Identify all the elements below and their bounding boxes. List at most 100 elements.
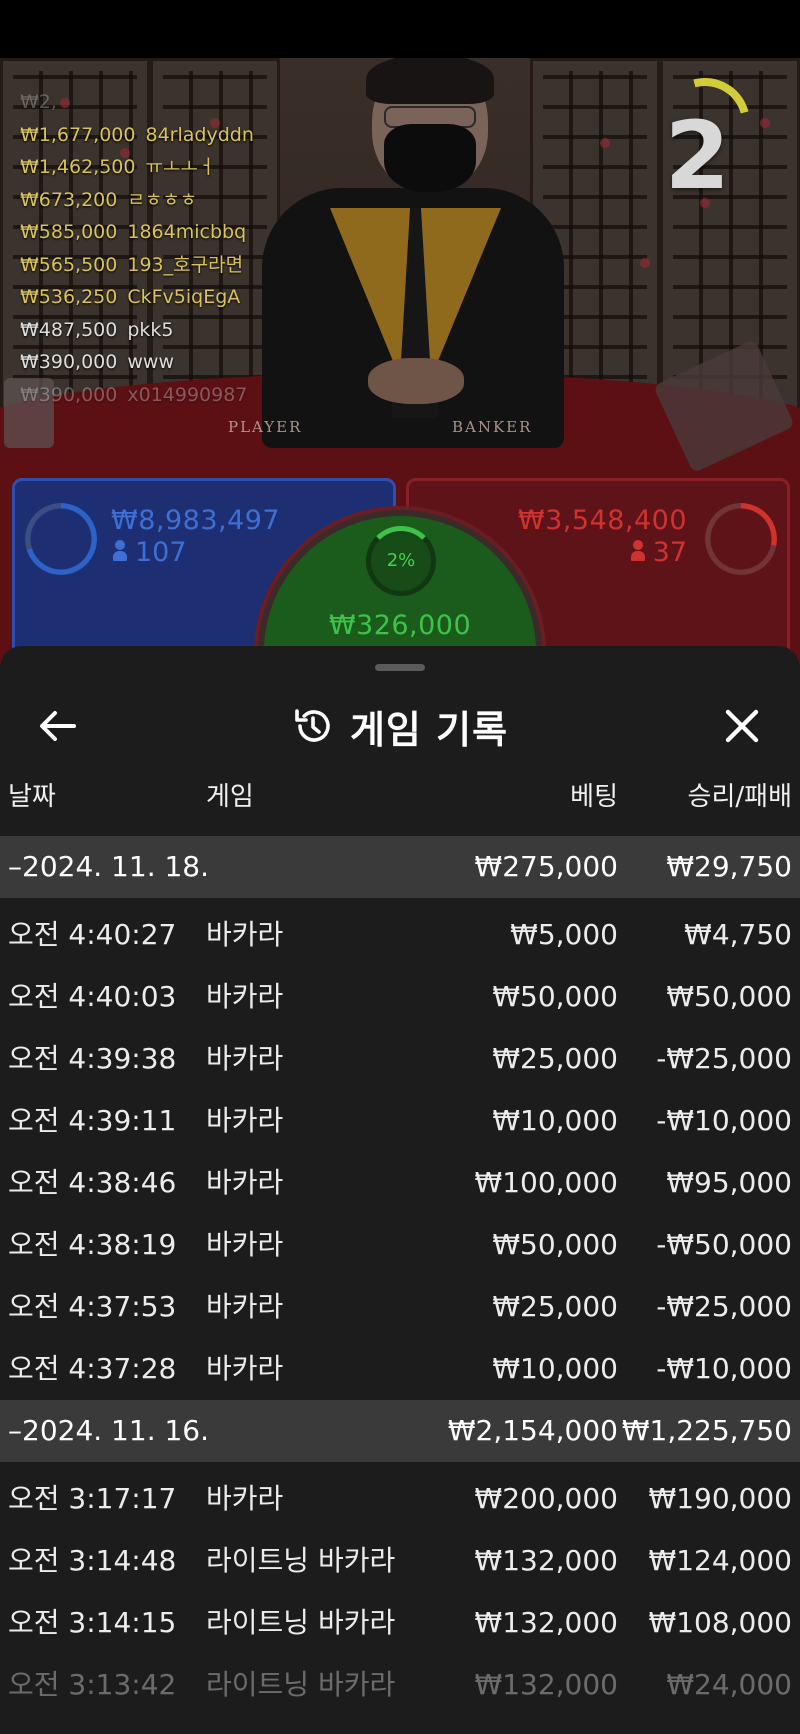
- leaderboard-username: CkFv5iqEgA: [127, 286, 241, 308]
- banker-bettor-count: 37: [630, 537, 687, 568]
- history-row[interactable]: 오전 3:17:17 바카라 ₩200,000 ₩190,000: [0, 1468, 800, 1530]
- person-icon: [630, 540, 645, 562]
- leaderboard-entry: ₩390,000 www: [20, 346, 254, 379]
- date-group-row[interactable]: –2024. 11. 18. ₩275,000 ₩29,750: [0, 836, 800, 898]
- row-result: ₩124,000: [648, 1544, 792, 1577]
- row-result: ₩108,000: [648, 1606, 792, 1639]
- leaderboard-entry: ₩673,200 ㄹㅎㅎㅎ: [20, 184, 254, 217]
- row-game: 라이트닝 바카라: [206, 1668, 396, 1701]
- history-clock-icon: [295, 709, 330, 742]
- row-result: -₩10,000: [656, 1352, 792, 1385]
- history-row[interactable]: 오전 3:14:15 라이트닝 바카라 ₩132,000 ₩108,000: [0, 1592, 800, 1654]
- column-date: 날짜: [8, 782, 56, 812]
- table-label-player: PLAYER: [228, 418, 303, 436]
- player-bet-amount: ₩8,983,497: [111, 505, 281, 536]
- row-time: 오전 4:40:27: [8, 918, 177, 951]
- row-game: 바카라: [206, 1352, 284, 1385]
- row-time: 오전 4:40:03: [8, 980, 177, 1013]
- leaderboard-amount: ₩565,500: [20, 253, 118, 276]
- row-bet: ₩132,000: [474, 1606, 618, 1639]
- row-result: -₩50,000: [656, 1228, 792, 1261]
- row-time: 오전 4:39:38: [8, 1042, 177, 1075]
- row-result: ₩95,000: [666, 1166, 792, 1199]
- history-row[interactable]: 오전 4:39:11 바카라 ₩10,000 -₩10,000: [0, 1090, 800, 1152]
- banker-percent: 28%: [719, 528, 763, 550]
- history-table-body: –2024. 11. 18. ₩275,000 ₩29,750 오전 4:40:27 바…: [0, 836, 800, 1716]
- row-bet: ₩200,000: [474, 1482, 618, 1515]
- history-row[interactable]: 오전 4:40:03 바카라 ₩50,000 ₩50,000: [0, 966, 800, 1028]
- row-game: 바카라: [206, 980, 284, 1013]
- tie-percent-ring: 2%: [366, 526, 436, 596]
- table-label-banker: BANKER: [452, 418, 533, 436]
- winners-leaderboard: ₩2, ₩1,677,000 84rladyddn ₩1,462,500 ㅠㅗㅗㅓ ₩67…: [20, 86, 254, 411]
- leaderboard-amount: ₩1,677,000: [20, 123, 136, 146]
- row-result: ₩190,000: [648, 1482, 792, 1515]
- row-bet: ₩25,000: [492, 1290, 618, 1323]
- sheet-drag-handle[interactable]: [375, 664, 425, 671]
- row-bet: ₩50,000: [492, 1228, 618, 1261]
- leaderboard-entry: ₩565,500 193_호구라면: [20, 249, 254, 282]
- leaderboard-amount: ₩1,462,500: [20, 156, 136, 178]
- group-win-total: ₩1,225,750: [621, 1414, 792, 1447]
- row-time: 오전 4:37:28: [8, 1352, 177, 1385]
- leaderboard-amount: ₩2,: [20, 91, 57, 113]
- row-game: 바카라: [206, 918, 284, 951]
- leaderboard-username: 193_호구라면: [127, 253, 244, 276]
- history-row[interactable]: 오전 4:37:53 바카라 ₩25,000 -₩25,000: [0, 1276, 800, 1338]
- row-time: 오전 3:13:42: [8, 1668, 177, 1701]
- person-icon: [113, 540, 127, 562]
- row-bet: ₩10,000: [492, 1104, 618, 1137]
- history-row[interactable]: 오전 4:37:28 바카라 ₩10,000 -₩10,000: [0, 1338, 800, 1400]
- row-time: 오전 3:14:15: [8, 1606, 177, 1639]
- history-row[interactable]: 오전 4:38:19 바카라 ₩50,000 -₩50,000: [0, 1214, 800, 1276]
- row-time: 오전 4:38:19: [8, 1228, 177, 1261]
- player-bettor-count: 107: [113, 537, 187, 568]
- row-time: 오전 4:39:11: [8, 1104, 177, 1137]
- row-game: 라이트닝 바카라: [206, 1544, 396, 1577]
- group-bet-total: ₩275,000: [474, 850, 618, 883]
- leaderboard-entry: ₩1,677,000 84rladyddn: [20, 119, 254, 152]
- row-game: 바카라: [206, 1166, 284, 1199]
- banker-count-value: 37: [652, 537, 687, 568]
- player-percent: 70%: [39, 528, 83, 550]
- row-bet: ₩5,000: [510, 918, 618, 951]
- row-game: 바카라: [206, 1290, 284, 1323]
- leaderboard-username: pkk5: [127, 318, 174, 341]
- history-row[interactable]: 오전 4:40:27 바카라 ₩5,000 ₩4,750: [0, 904, 800, 966]
- leaderboard-username: www: [127, 351, 174, 373]
- close-button[interactable]: [714, 698, 770, 754]
- history-row[interactable]: 오전 3:13:42 라이트닝 바카라 ₩132,000 ₩24,000: [0, 1654, 800, 1716]
- history-row[interactable]: 오전 4:38:46 바카라 ₩100,000 ₩95,000: [0, 1152, 800, 1214]
- leaderboard-username: x014990987: [127, 383, 248, 406]
- row-bet: ₩132,000: [474, 1544, 618, 1577]
- sheet-title: 게임 기록: [349, 707, 509, 752]
- row-result: ₩24,000: [666, 1668, 792, 1701]
- row-result: ₩50,000: [666, 980, 792, 1013]
- history-row[interactable]: 오전 3:14:48 라이트닝 바카라 ₩132,000 ₩124,000: [0, 1530, 800, 1592]
- date-group-row[interactable]: –2024. 11. 16. ₩2,154,000 ₩1,225,750: [0, 1400, 800, 1462]
- leaderboard-amount: ₩585,000: [20, 221, 118, 243]
- row-result: -₩10,000: [656, 1104, 792, 1137]
- row-result: ₩4,750: [684, 918, 792, 951]
- history-table-header: 날짜 게임 베팅 승리/패배: [0, 776, 800, 822]
- row-bet: ₩50,000: [492, 980, 618, 1013]
- leaderboard-amount: ₩673,200: [20, 188, 118, 211]
- player-count-value: 107: [135, 537, 187, 568]
- row-bet: ₩100,000: [474, 1166, 618, 1199]
- sheet-header: 게임 기록: [0, 686, 800, 766]
- row-time: 오전 4:38:46: [8, 1166, 177, 1199]
- row-game: 바카라: [206, 1482, 284, 1515]
- row-time: 오전 4:37:53: [8, 1290, 177, 1323]
- row-time: 오전 3:14:48: [8, 1544, 177, 1577]
- row-time: 오전 3:17:17: [8, 1482, 177, 1515]
- row-result: -₩25,000: [656, 1042, 792, 1075]
- leaderboard-entry: ₩585,000 1864micbbq: [20, 216, 254, 249]
- row-game: 바카라: [206, 1104, 284, 1137]
- history-row[interactable]: 오전 4:39:38 바카라 ₩25,000 -₩25,000: [0, 1028, 800, 1090]
- player-percent-ring: 70%: [25, 503, 97, 575]
- leaderboard-entry: ₩536,250 CkFv5iqEgA: [20, 281, 254, 314]
- banker-bet-amount: ₩3,548,400: [517, 505, 687, 536]
- leaderboard-entry: ₩2,: [20, 86, 254, 119]
- leaderboard-username: ㅠㅗㅗㅓ: [145, 156, 216, 178]
- leaderboard-amount: ₩390,000: [20, 351, 118, 373]
